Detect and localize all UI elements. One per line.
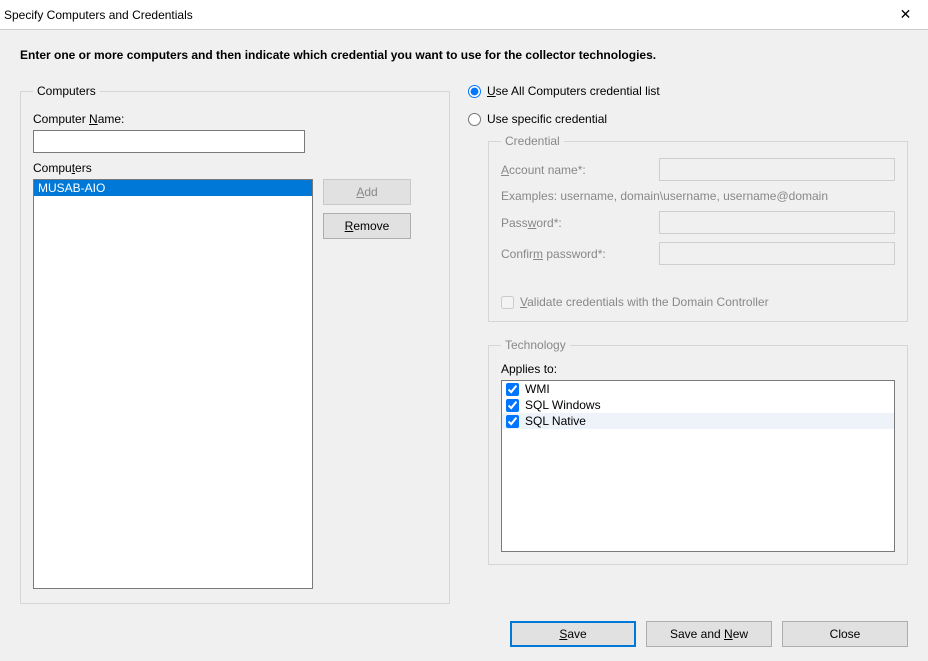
tech-item-label: SQL Native xyxy=(525,414,586,428)
computer-name-label: Computer Name: xyxy=(33,112,437,126)
tech-item-label: WMI xyxy=(525,382,550,396)
technology-list[interactable]: WMI SQL Windows SQL Native xyxy=(501,380,895,552)
applies-to-label: Applies to: xyxy=(501,362,895,376)
tech-item-wmi[interactable]: WMI xyxy=(502,381,894,397)
titlebar: Specify Computers and Credentials ✕ xyxy=(0,0,928,30)
computers-listbox[interactable]: MUSAB-AIO xyxy=(33,179,313,589)
tech-checkbox[interactable] xyxy=(506,399,519,412)
technology-group: Technology Applies to: WMI SQL Windows S… xyxy=(488,338,908,565)
computers-list-label: Computers xyxy=(33,161,437,175)
save-button[interactable]: Save xyxy=(510,621,636,647)
remove-button[interactable]: Remove xyxy=(323,213,411,239)
close-button[interactable]: Close xyxy=(782,621,908,647)
computers-group: Computers Computer Name: Computers MUSAB… xyxy=(20,84,450,604)
radio-use-specific-input[interactable] xyxy=(468,113,481,126)
dialog-content: Enter one or more computers and then ind… xyxy=(0,30,928,614)
credential-group: Credential Account name*: Examples: user… xyxy=(488,134,908,322)
radio-use-all-label: Use All Computers credential list xyxy=(487,84,660,98)
validate-checkbox[interactable] xyxy=(501,296,514,309)
tech-item-sql-windows[interactable]: SQL Windows xyxy=(502,397,894,413)
radio-use-specific-label: Use specific credential xyxy=(487,112,607,126)
window-title: Specify Computers and Credentials xyxy=(4,8,193,22)
add-button[interactable]: Add xyxy=(323,179,411,205)
radio-use-specific[interactable]: Use specific credential xyxy=(468,112,908,126)
instruction-text: Enter one or more computers and then ind… xyxy=(20,48,908,62)
examples-text: Examples: username, domain\username, use… xyxy=(501,189,895,203)
computers-group-legend: Computers xyxy=(33,84,100,98)
password-label: Password*: xyxy=(501,216,651,230)
close-icon[interactable]: ✕ xyxy=(883,0,928,30)
confirm-password-input[interactable] xyxy=(659,242,895,265)
tech-item-label: SQL Windows xyxy=(525,398,601,412)
radio-use-all-input[interactable] xyxy=(468,85,481,98)
tech-checkbox[interactable] xyxy=(506,415,519,428)
credential-group-legend: Credential xyxy=(501,134,564,148)
tech-item-sql-native[interactable]: SQL Native xyxy=(502,413,894,429)
password-input[interactable] xyxy=(659,211,895,234)
computer-name-input[interactable] xyxy=(33,130,305,153)
save-and-new-button[interactable]: Save and New xyxy=(646,621,772,647)
footer-buttons: Save Save and New Close xyxy=(510,621,908,647)
account-name-input[interactable] xyxy=(659,158,895,181)
technology-group-legend: Technology xyxy=(501,338,570,352)
validate-row: Validate credentials with the Domain Con… xyxy=(501,295,895,309)
tech-checkbox[interactable] xyxy=(506,383,519,396)
radio-use-all[interactable]: Use All Computers credential list xyxy=(468,84,908,98)
account-name-label: Account name*: xyxy=(501,163,651,177)
list-item[interactable]: MUSAB-AIO xyxy=(34,180,312,196)
validate-label: Validate credentials with the Domain Con… xyxy=(520,295,769,309)
confirm-password-label: Confirm password*: xyxy=(501,247,651,261)
